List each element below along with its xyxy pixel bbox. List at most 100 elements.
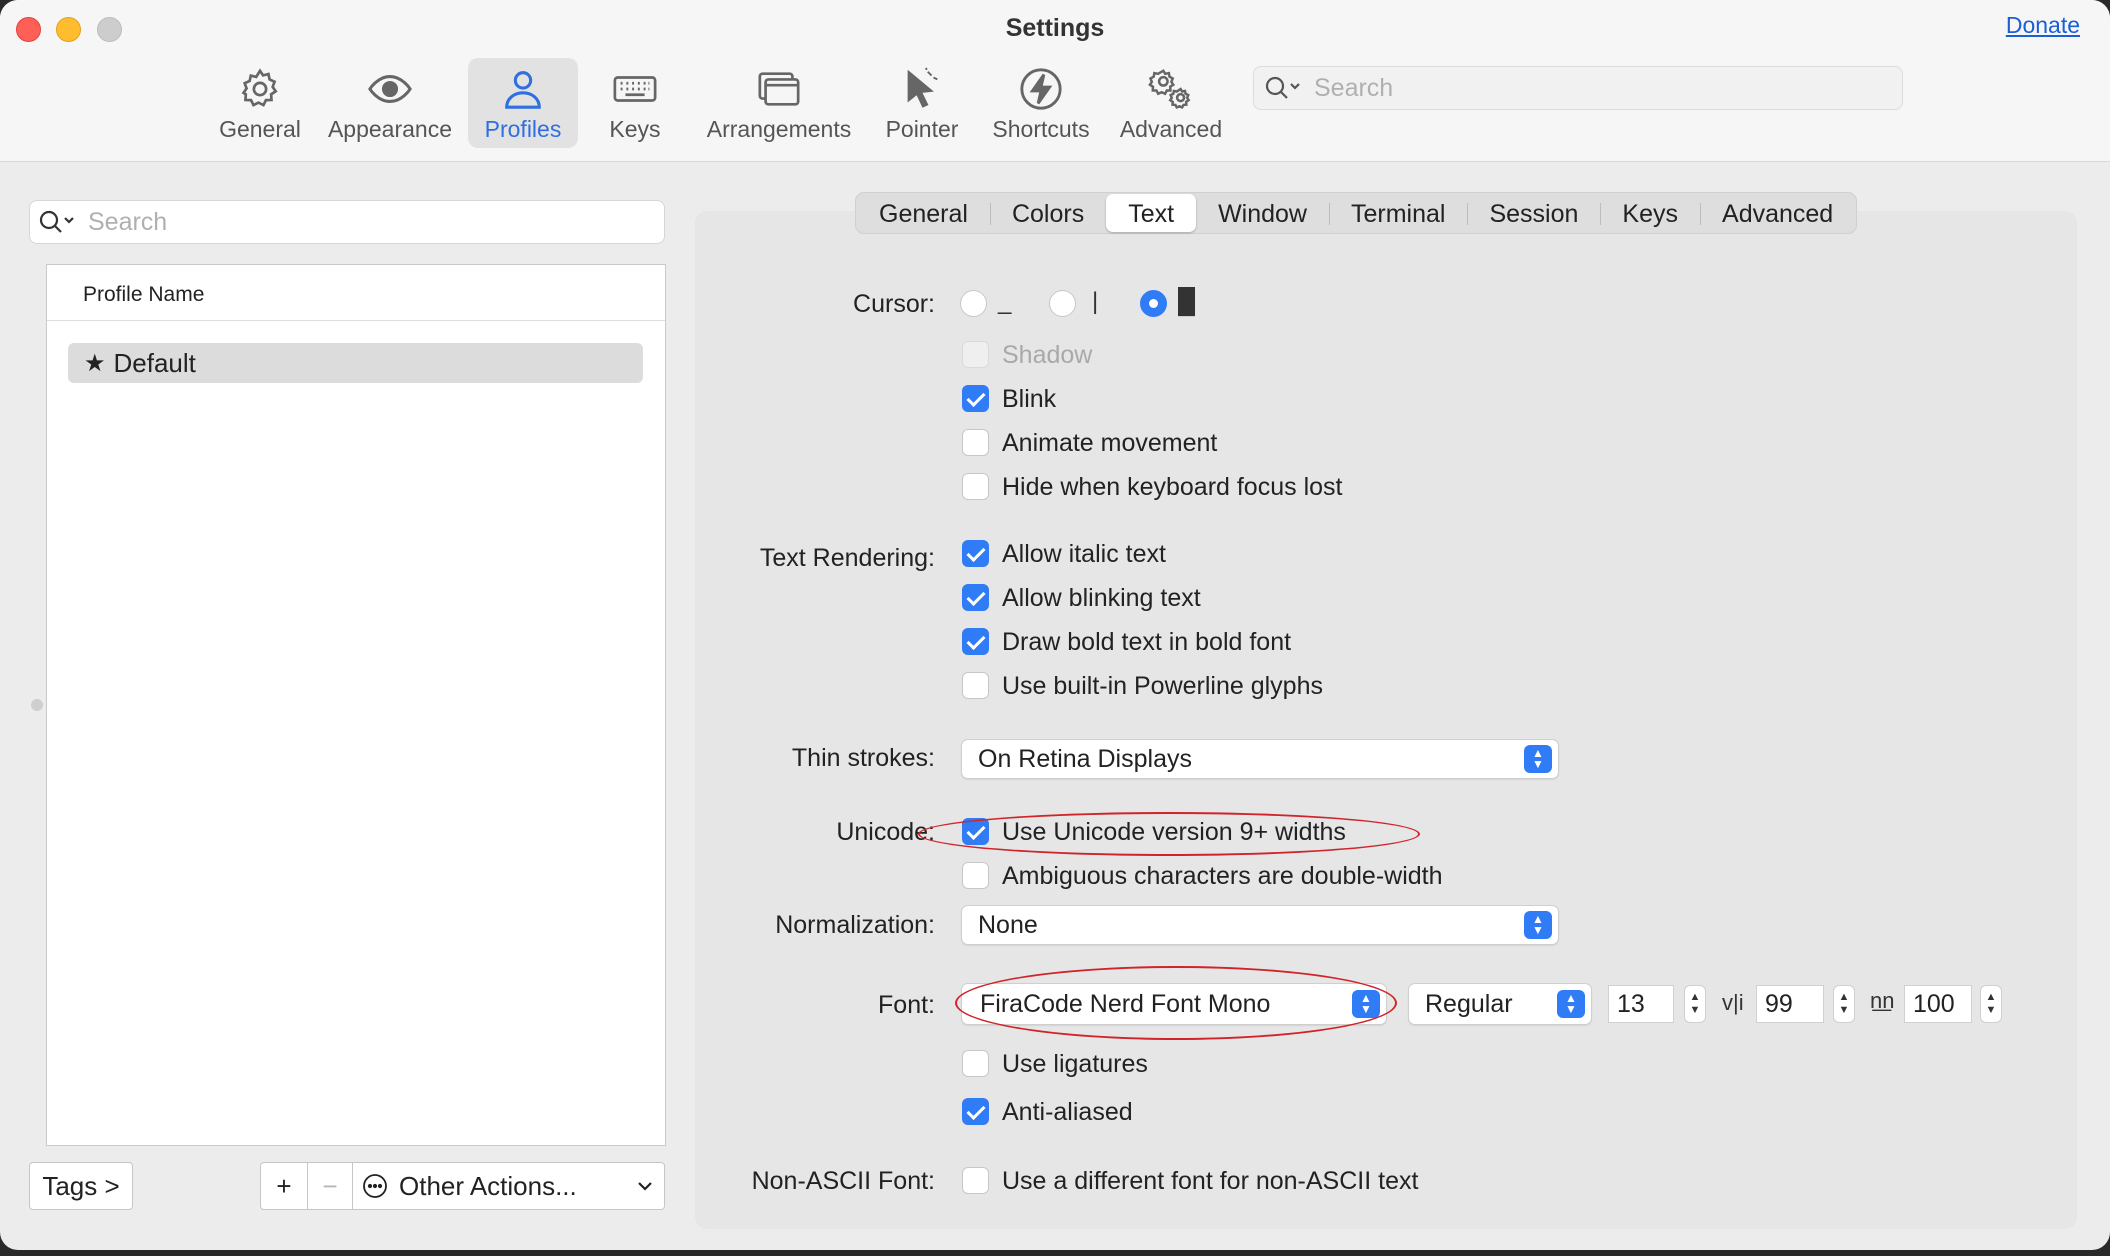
horizontal-spacing-stepper[interactable]: ▲ ▼ xyxy=(1980,985,2002,1023)
toolbar-profiles[interactable]: Profiles xyxy=(468,58,578,148)
non-ascii-font-checkbox[interactable] xyxy=(962,1167,989,1194)
gears-icon xyxy=(1148,69,1191,109)
bold-font-checkbox[interactable] xyxy=(962,628,989,655)
select-arrows-icon: ▲ ▼ xyxy=(1524,745,1552,773)
cursor-box-radio[interactable] xyxy=(1140,290,1167,317)
thin-strokes-select[interactable]: On Retina Displays ▲ ▼ xyxy=(961,739,1559,779)
cursor-underline-glyph: _ xyxy=(998,288,1012,315)
select-arrows-icon: ▲ ▼ xyxy=(1524,911,1552,939)
tab-advanced[interactable]: Advanced xyxy=(1700,194,1855,232)
toolbar-label: Advanced xyxy=(1119,116,1223,142)
add-profile-button[interactable]: + xyxy=(260,1162,308,1210)
thin-strokes-value: On Retina Displays xyxy=(978,744,1192,773)
other-actions-button[interactable]: Other Actions... xyxy=(352,1162,665,1210)
font-size-stepper[interactable]: ▲ ▼ xyxy=(1684,985,1706,1023)
tab-colors[interactable]: Colors xyxy=(989,194,1106,232)
title-bar: Settings Donate General Appearance Profi… xyxy=(0,0,2110,162)
toolbar-label: General xyxy=(219,116,301,142)
font-weight-value: Regular xyxy=(1425,989,1513,1018)
toolbar-keys[interactable]: Keys xyxy=(590,58,680,148)
allow-blinking-label: Allow blinking text xyxy=(1002,584,1201,612)
toolbar-advanced[interactable]: Advanced xyxy=(1112,58,1230,148)
tab-terminal[interactable]: Terminal xyxy=(1328,194,1467,232)
allow-italic-checkbox[interactable] xyxy=(962,540,989,567)
tab-window[interactable]: Window xyxy=(1196,194,1329,232)
profile-name: Default xyxy=(113,347,196,378)
star-icon: ★ xyxy=(84,349,106,377)
toolbar-shortcuts[interactable]: Shortcuts xyxy=(984,58,1098,148)
normalization-label: Normalization: xyxy=(775,911,935,939)
profile-search[interactable] xyxy=(29,200,665,244)
anti-aliased-checkbox[interactable] xyxy=(962,1098,989,1125)
cursor-underline-radio[interactable] xyxy=(960,290,987,317)
toolbar-label: Keys xyxy=(609,116,661,142)
toolbar-label: Arrangements xyxy=(706,116,852,142)
tab-session[interactable]: Session xyxy=(1467,194,1600,232)
toolbar-appearance[interactable]: Appearance xyxy=(322,58,458,148)
profile-search-input[interactable] xyxy=(88,207,664,237)
use-ligatures-label: Use ligatures xyxy=(1002,1050,1148,1078)
settings-search-input[interactable] xyxy=(1314,73,1902,103)
cursor-vertical-bar-radio[interactable] xyxy=(1049,290,1076,317)
annotation-ellipse-unicode xyxy=(918,812,1420,856)
profile-settings-panel xyxy=(695,211,2077,1229)
search-icon xyxy=(1265,76,1300,99)
vertical-spacing-icon: v|i xyxy=(1722,990,1744,1015)
shadow-checkbox[interactable] xyxy=(962,341,989,368)
non-ascii-font-label: Non-ASCII Font: xyxy=(751,1167,935,1195)
profile-name-column-header[interactable]: Profile Name xyxy=(47,265,665,321)
anti-aliased-label: Anti-aliased xyxy=(1002,1098,1133,1126)
tab-general[interactable]: General xyxy=(857,194,990,232)
font-size-field[interactable]: 13 xyxy=(1608,985,1674,1023)
select-arrows-icon: ▲ ▼ xyxy=(1557,990,1585,1018)
horizontal-spacing-icon: n͟n xyxy=(1870,988,1895,1013)
windows-icon xyxy=(758,72,800,106)
thin-strokes-label: Thin strokes: xyxy=(791,744,935,772)
other-actions-label: Other Actions... xyxy=(399,1170,577,1201)
toolbar-arrangements[interactable]: Arrangements xyxy=(700,58,858,148)
toolbar-general[interactable]: General xyxy=(210,58,310,148)
blink-checkbox[interactable] xyxy=(962,385,989,412)
vertical-spacing-field[interactable]: 99 xyxy=(1756,985,1824,1023)
cursor-box-glyph: █ xyxy=(1178,288,1196,315)
bolt-icon xyxy=(1020,68,1062,110)
settings-search[interactable] xyxy=(1253,66,1903,110)
tab-text[interactable]: Text xyxy=(1106,194,1197,232)
window-title: Settings xyxy=(1005,14,1105,42)
person-icon xyxy=(505,71,541,109)
search-icon xyxy=(39,210,74,233)
annotation-ellipse-font xyxy=(955,966,1397,1040)
use-ligatures-checkbox[interactable] xyxy=(962,1050,989,1077)
pointer-icon xyxy=(907,67,938,108)
shadow-label: Shadow xyxy=(1002,341,1093,369)
toolbar-label: Profiles xyxy=(484,116,562,142)
vertical-spacing-stepper[interactable]: ▲ ▼ xyxy=(1833,985,1855,1023)
profile-row-default[interactable]: ★ Default xyxy=(68,343,643,383)
bold-font-label: Draw bold text in bold font xyxy=(1002,628,1292,656)
normalization-select[interactable]: None ▲ ▼ xyxy=(961,905,1559,945)
horizontal-spacing-field[interactable]: 100 xyxy=(1904,985,1972,1023)
blink-label: Blink xyxy=(1002,385,1057,413)
donate-link[interactable]: Donate xyxy=(2006,12,2080,39)
animate-movement-checkbox[interactable] xyxy=(962,429,989,456)
tags-button[interactable]: Tags > xyxy=(29,1162,133,1210)
font-weight-select[interactable]: Regular ▲ ▼ xyxy=(1408,983,1592,1025)
cursor-label: Cursor: xyxy=(853,290,935,318)
toolbar-pointer[interactable]: Pointer xyxy=(876,58,968,148)
powerline-glyphs-checkbox[interactable] xyxy=(962,672,989,699)
tab-keys[interactable]: Keys xyxy=(1600,194,1700,232)
ambiguous-double-width-label: Ambiguous characters are double-width xyxy=(1002,862,1443,890)
eye-icon xyxy=(368,75,412,103)
profile-list: Profile Name ★ Default xyxy=(46,264,666,1146)
non-ascii-font-checkbox-label: Use a different font for non-ASCII text xyxy=(1002,1167,1419,1195)
ambiguous-double-width-checkbox[interactable] xyxy=(962,862,989,889)
allow-blinking-checkbox[interactable] xyxy=(962,584,989,611)
animate-movement-label: Animate movement xyxy=(1002,429,1218,457)
remove-profile-button[interactable]: − xyxy=(307,1162,353,1210)
profile-tabs: General Colors Text Window Terminal Sess… xyxy=(855,192,1858,234)
cursor-vertical-bar-glyph: | xyxy=(1092,288,1099,315)
text-rendering-label: Text Rendering: xyxy=(759,544,935,572)
gear-icon xyxy=(241,68,278,107)
split-view-handle[interactable] xyxy=(31,699,43,711)
hide-focus-lost-checkbox[interactable] xyxy=(962,473,989,500)
